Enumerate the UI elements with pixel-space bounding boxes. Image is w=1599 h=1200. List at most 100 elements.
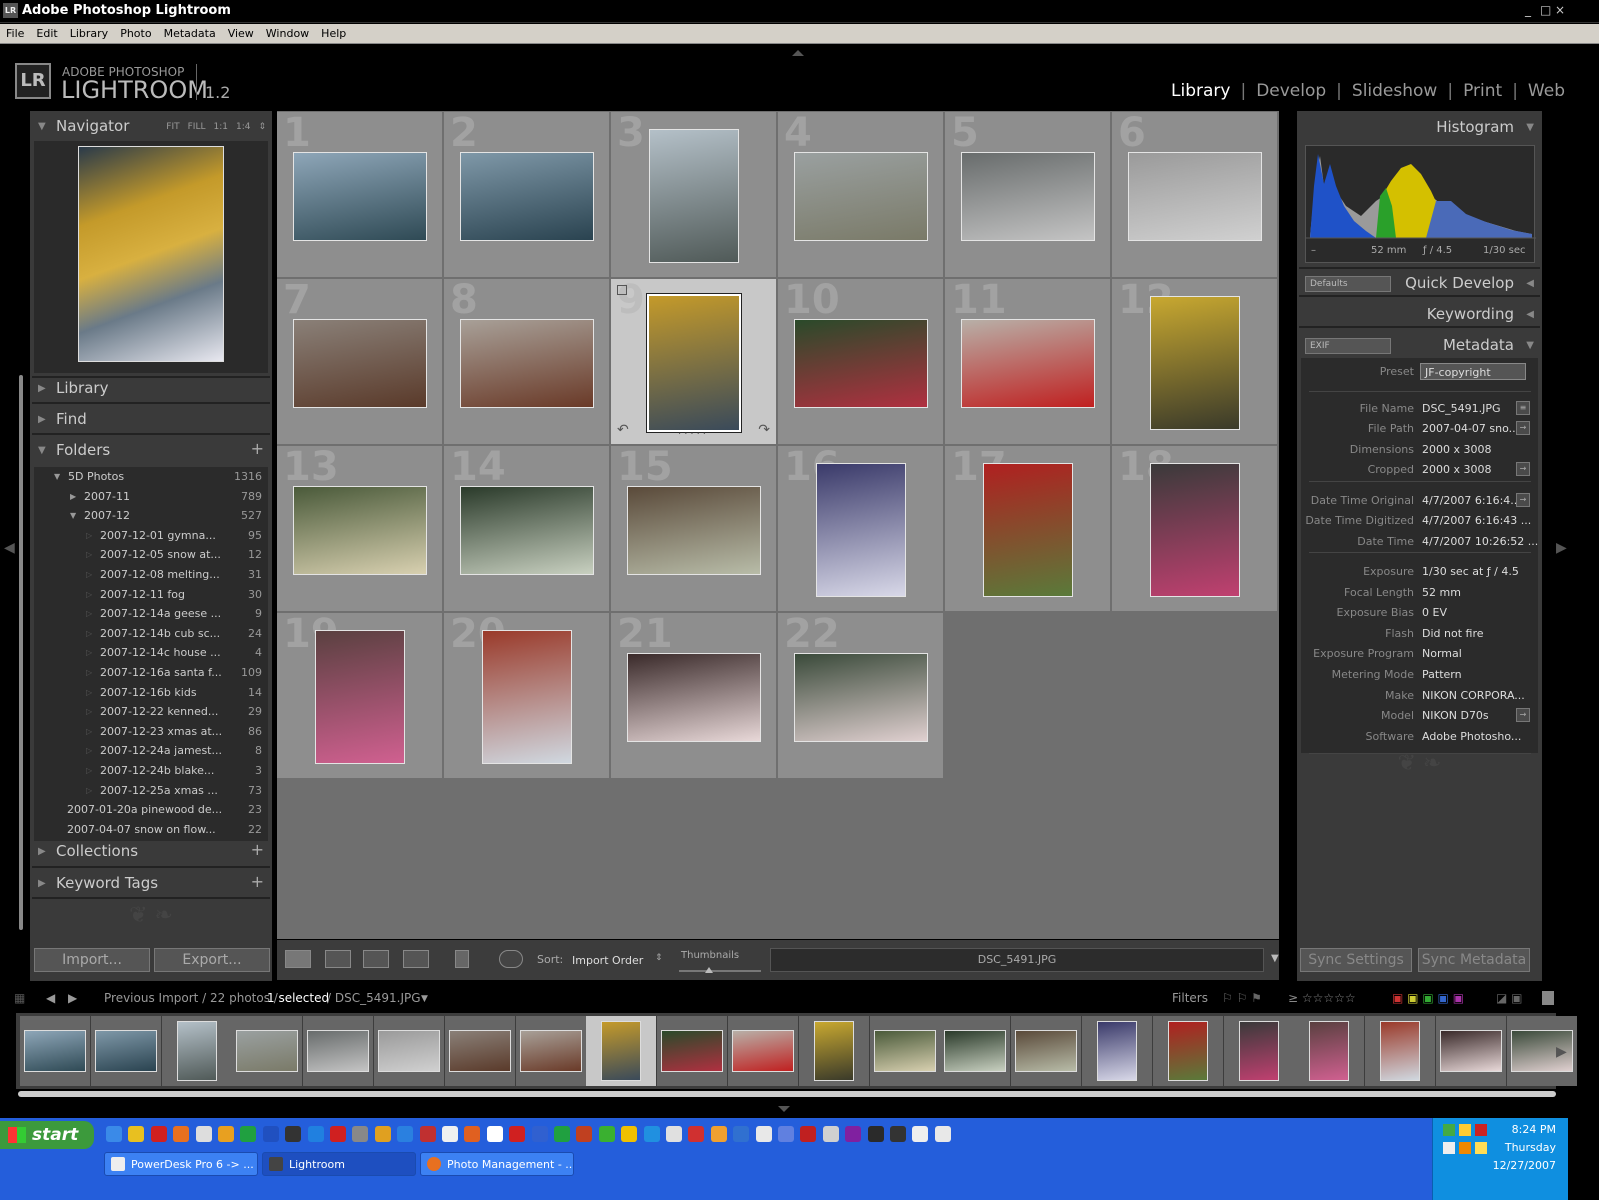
- filmstrip-thumb[interactable]: [798, 1016, 869, 1086]
- photo-cell[interactable]: 13: [277, 444, 443, 612]
- menu-window[interactable]: Window: [260, 24, 315, 40]
- library-header[interactable]: ▶ Library: [30, 375, 272, 403]
- sort-direction-icon[interactable]: [499, 950, 523, 968]
- keywording-header[interactable]: Keywording ◀: [1297, 300, 1542, 328]
- import-button[interactable]: Import...: [34, 948, 150, 972]
- photo-cell[interactable]: 10: [778, 277, 944, 445]
- menu-help[interactable]: Help: [315, 24, 352, 40]
- expand-triangle-icon[interactable]: ▷: [86, 766, 92, 775]
- photo-cell[interactable]: 4: [778, 110, 944, 278]
- module-web[interactable]: Web: [1528, 81, 1565, 101]
- loupe-view-icon[interactable]: [325, 950, 351, 968]
- folder-item[interactable]: ▼ 5D Photos 1316: [34, 467, 268, 487]
- metadata-action-icon[interactable]: ≡: [1516, 401, 1530, 415]
- color-label-filter-icons[interactable]: ▣ ▣ ▣ ▣ ▣: [1392, 991, 1464, 1005]
- quick-launch-icon[interactable]: [374, 1126, 391, 1142]
- zoom-stepper-icon[interactable]: ⇕: [258, 122, 266, 132]
- tray-app-icon[interactable]: [1443, 1124, 1455, 1136]
- metadata-header[interactable]: EXIF Metadata ▼: [1297, 331, 1542, 359]
- zoom-1-1[interactable]: 1:1: [213, 122, 227, 132]
- start-button[interactable]: start: [0, 1121, 94, 1149]
- quick-launch-icon[interactable]: [598, 1126, 615, 1142]
- metadata-value[interactable]: 2000 x 3008: [1422, 463, 1492, 476]
- filmstrip-thumb[interactable]: [1082, 1016, 1152, 1086]
- left-panel-scrollbar[interactable]: [19, 375, 23, 930]
- zoom-fit[interactable]: FIT: [166, 122, 179, 132]
- menu-library[interactable]: Library: [64, 24, 114, 40]
- filmstrip-scroll-end-icon[interactable]: [1542, 991, 1554, 1005]
- add-folder-icon[interactable]: +: [251, 439, 264, 458]
- sync-settings-button[interactable]: Sync Settings: [1300, 948, 1412, 972]
- tray-app-icon[interactable]: [1459, 1142, 1471, 1154]
- quick-launch-icon[interactable]: [576, 1126, 593, 1142]
- folders-header[interactable]: ▼ Folders +: [30, 437, 272, 465]
- folder-item[interactable]: ▷ 2007-12-24b blake... 3: [34, 761, 268, 781]
- metadata-value[interactable]: 0 EV: [1422, 606, 1447, 619]
- navigator-header[interactable]: ▼ Navigator FIT FILL 1:1 1:4 ⇕: [30, 113, 272, 141]
- folder-item[interactable]: ▷ 2007-12-16b kids 14: [34, 683, 268, 703]
- folder-item[interactable]: ▷ 2007-12-14a geese ... 9: [34, 604, 268, 624]
- photo-thumbnail[interactable]: [293, 152, 427, 241]
- photo-cell[interactable]: 19: [277, 611, 443, 779]
- quick-launch-icon[interactable]: [890, 1126, 906, 1142]
- photo-cell[interactable]: 14: [444, 444, 610, 612]
- zoom-fill[interactable]: FILL: [188, 122, 206, 132]
- metadata-value[interactable]: 4/7/2007 6:16:4...: [1422, 494, 1521, 507]
- quick-launch-icon[interactable]: [285, 1126, 302, 1142]
- metadata-value[interactable]: 4/7/2007 6:16:43 ...: [1422, 514, 1531, 527]
- folder-item[interactable]: ▷ 2007-12-14b cub sc... 24: [34, 624, 268, 644]
- quick-launch-icon[interactable]: [106, 1126, 122, 1142]
- metadata-value[interactable]: NIKON CORPORA...: [1422, 689, 1525, 702]
- photo-thumbnail[interactable]: [649, 129, 739, 263]
- slider-knob-icon[interactable]: [705, 967, 713, 973]
- quick-launch-icon[interactable]: [800, 1126, 817, 1142]
- folder-item[interactable]: ▷ 2007-12-08 melting... 31: [34, 565, 268, 585]
- quick-launch-icon[interactable]: [688, 1126, 705, 1142]
- folder-item[interactable]: ▼ 2007-12 527: [34, 506, 268, 526]
- folder-item[interactable]: ▷ 2007-12-16a santa f... 109: [34, 663, 268, 683]
- sort-dropdown[interactable]: Import Order: [572, 954, 643, 967]
- photo-thumbnail[interactable]: [293, 486, 427, 575]
- flag-filter-icons[interactable]: ⚐ ⚐ ⚑: [1222, 991, 1262, 1005]
- histogram-header[interactable]: Histogram ▼: [1297, 113, 1542, 141]
- photo-cell[interactable]: 8: [444, 277, 610, 445]
- add-keyword-icon[interactable]: +: [251, 872, 264, 891]
- export-button[interactable]: Export...: [154, 948, 270, 972]
- secondary-window-icon[interactable]: ▦: [14, 991, 25, 1005]
- metadata-value[interactable]: Adobe Photosho...: [1422, 730, 1521, 743]
- filmstrip-thumb[interactable]: [161, 1016, 232, 1086]
- photo-thumbnail[interactable]: [460, 486, 594, 575]
- metadata-action-icon[interactable]: →: [1516, 462, 1530, 476]
- folder-item[interactable]: ▷ 2007-12-24a jamest... 8: [34, 741, 268, 761]
- quick-launch-icon[interactable]: [934, 1126, 951, 1142]
- quick-launch-icon[interactable]: [755, 1126, 772, 1142]
- filmstrip-thumb[interactable]: [374, 1016, 444, 1086]
- clock-time[interactable]: 8:24 PM: [1512, 1123, 1556, 1136]
- filmstrip-thumb[interactable]: [869, 1016, 940, 1086]
- quick-launch-icon[interactable]: [912, 1126, 929, 1142]
- quick-launch-icon[interactable]: [554, 1126, 570, 1142]
- quick-launch-icon[interactable]: [778, 1126, 794, 1142]
- photo-cell[interactable]: 20: [444, 611, 610, 779]
- expand-triangle-icon[interactable]: ▷: [86, 550, 92, 559]
- photo-thumbnail[interactable]: [646, 293, 742, 433]
- survey-view-icon[interactable]: [403, 950, 429, 968]
- minimize-button[interactable]: _: [1525, 3, 1531, 17]
- taskbar-lightroom[interactable]: Lightroom: [262, 1152, 416, 1176]
- expand-triangle-icon[interactable]: ▷: [86, 746, 92, 755]
- expand-triangle-icon[interactable]: ▷: [86, 707, 92, 716]
- flag-icon[interactable]: [617, 285, 627, 295]
- folder-item[interactable]: ▷ 2007-12-05 snow at... 12: [34, 545, 268, 565]
- photo-thumbnail[interactable]: [482, 630, 572, 764]
- quick-launch-icon[interactable]: [240, 1126, 257, 1142]
- sort-stepper-icon[interactable]: ⇕: [655, 953, 663, 963]
- metadata-value[interactable]: NIKON D70s: [1422, 709, 1489, 722]
- photo-thumbnail[interactable]: [315, 630, 405, 764]
- metadata-set-select[interactable]: EXIF: [1305, 338, 1391, 354]
- sync-metadata-button[interactable]: Sync Metadata: [1418, 948, 1530, 972]
- photo-thumbnail[interactable]: [1150, 463, 1240, 597]
- quick-launch-icon[interactable]: [509, 1126, 526, 1142]
- find-header[interactable]: ▶ Find: [30, 406, 272, 434]
- grid-view-icon[interactable]: [285, 950, 311, 968]
- quick-launch-icon[interactable]: [397, 1126, 414, 1142]
